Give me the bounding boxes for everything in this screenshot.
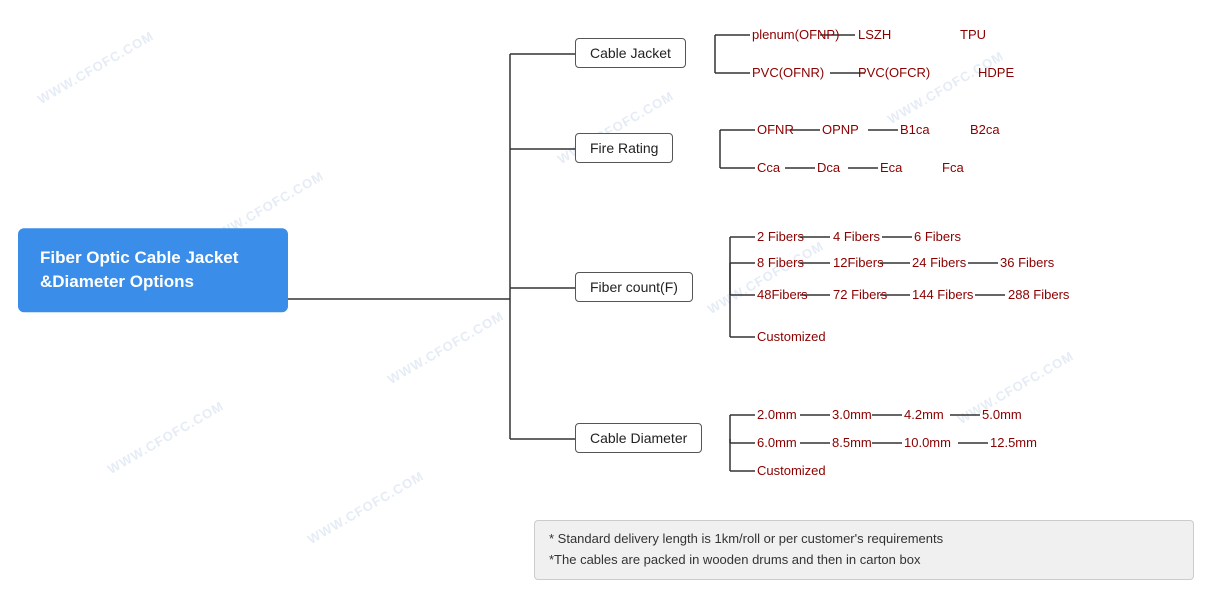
watermark-9: WWW.CFOFC.COM [305, 468, 426, 547]
leaf-6fibers: 6 Fibers [914, 229, 961, 244]
leaf-fiber-customized: Customized [757, 329, 826, 344]
node-cable-diameter: Cable Diameter [575, 423, 702, 453]
leaf-60mm: 6.0mm [757, 435, 797, 450]
leaf-pvc-ofnr: PVC(OFNR) [752, 65, 824, 80]
node-fiber-count-label: Fiber count(F) [590, 279, 678, 295]
title-text: Fiber Optic Cable Jacket &Diameter Optio… [40, 248, 238, 291]
leaf-2fibers: 2 Fibers [757, 229, 804, 244]
note-box: * Standard delivery length is 1km/roll o… [534, 520, 1194, 580]
leaf-100mm: 10.0mm [904, 435, 951, 450]
leaf-85mm: 8.5mm [832, 435, 872, 450]
leaf-b2ca: B2ca [970, 122, 1000, 137]
diagram-container: WWW.CFOFC.COM WWW.CFOFC.COM WWW.CFOFC.CO… [0, 0, 1220, 599]
leaf-eca: Eca [880, 160, 902, 175]
leaf-4fibers: 4 Fibers [833, 229, 880, 244]
watermark-6: WWW.CFOFC.COM [885, 48, 1006, 127]
watermark-5: WWW.CFOFC.COM [705, 238, 826, 317]
leaf-36fibers: 36 Fibers [1000, 255, 1054, 270]
leaf-48fibers: 48Fibers [757, 287, 808, 302]
leaf-72fibers: 72 Fibers [833, 287, 887, 302]
leaf-cca: Cca [757, 160, 780, 175]
leaf-dca: Dca [817, 160, 840, 175]
leaf-b1ca: B1ca [900, 122, 930, 137]
leaf-144fibers: 144 Fibers [912, 287, 973, 302]
leaf-pvc-ofcr: PVC(OFCR) [858, 65, 930, 80]
leaf-24fibers: 24 Fibers [912, 255, 966, 270]
watermark-8: WWW.CFOFC.COM [105, 398, 226, 477]
leaf-plenum: plenum(OFNP) [752, 27, 839, 42]
node-fiber-count: Fiber count(F) [575, 272, 693, 302]
node-cable-jacket: Cable Jacket [575, 38, 686, 68]
leaf-tpu: TPU [960, 27, 986, 42]
leaf-fca: Fca [942, 160, 964, 175]
watermark-1: WWW.CFOFC.COM [35, 28, 156, 107]
node-cable-jacket-label: Cable Jacket [590, 45, 671, 61]
leaf-opnp: OPNP [822, 122, 859, 137]
leaf-30mm: 3.0mm [832, 407, 872, 422]
node-fire-rating-label: Fire Rating [590, 140, 658, 156]
title-box: Fiber Optic Cable Jacket &Diameter Optio… [18, 228, 288, 312]
leaf-288fibers: 288 Fibers [1008, 287, 1069, 302]
leaf-20mm: 2.0mm [757, 407, 797, 422]
leaf-8fibers: 8 Fibers [757, 255, 804, 270]
node-fire-rating: Fire Rating [575, 133, 673, 163]
leaf-50mm: 5.0mm [982, 407, 1022, 422]
leaf-42mm: 4.2mm [904, 407, 944, 422]
leaf-lszh: LSZH [858, 27, 891, 42]
leaf-ofnr: OFNR [757, 122, 794, 137]
watermark-3: WWW.CFOFC.COM [385, 308, 506, 387]
leaf-12fibers: 12Fibers [833, 255, 884, 270]
leaf-diam-customized: Customized [757, 463, 826, 478]
leaf-hdpe: HDPE [978, 65, 1014, 80]
note-line1: * Standard delivery length is 1km/roll o… [549, 529, 1179, 550]
leaf-125mm: 12.5mm [990, 435, 1037, 450]
note-line2: *The cables are packed in wooden drums a… [549, 550, 1179, 571]
node-cable-diameter-label: Cable Diameter [590, 430, 687, 446]
